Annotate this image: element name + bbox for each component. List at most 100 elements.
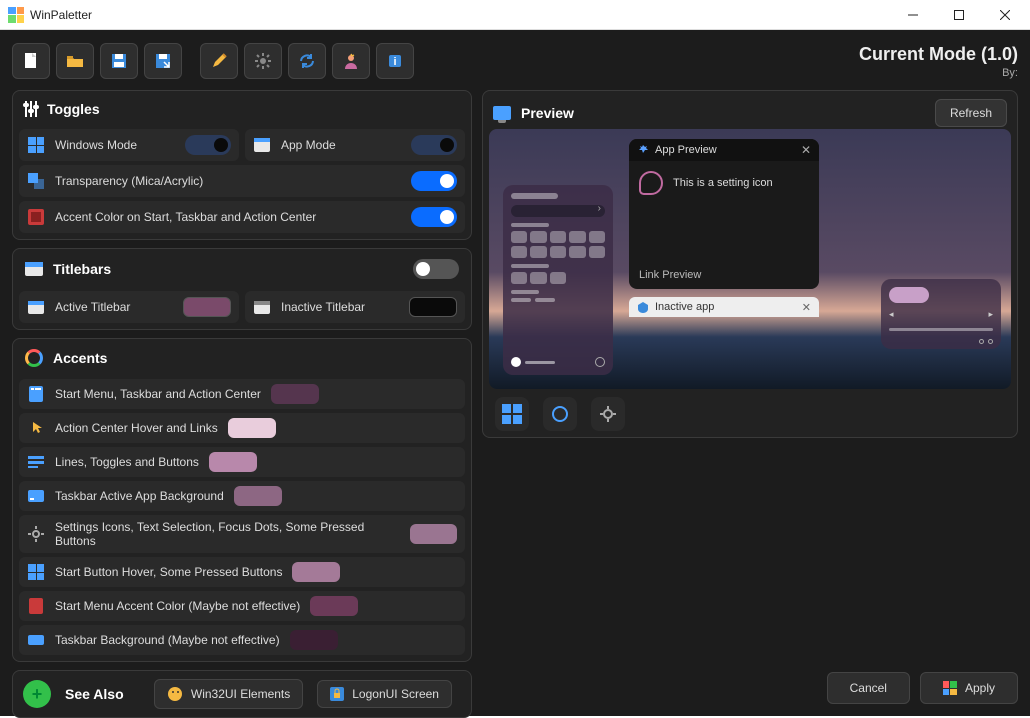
- preview-taskbar-icons: [489, 389, 1011, 431]
- transparency-icon: [27, 172, 45, 190]
- user-button[interactable]: [332, 43, 370, 79]
- plus-icon: +: [23, 680, 51, 708]
- window-title: WinPaletter: [30, 8, 92, 22]
- minimize-button[interactable]: [890, 0, 936, 30]
- accent-start-row: Accent Color on Start, Taskbar and Actio…: [19, 201, 465, 233]
- preview-flyout: ◂▸: [881, 279, 1001, 349]
- app-mode-toggle[interactable]: [411, 135, 457, 155]
- sync-button[interactable]: [288, 43, 326, 79]
- link-preview[interactable]: Link Preview: [639, 269, 701, 281]
- windows-mode-label: Windows Mode: [55, 138, 175, 152]
- accent-swatch-3[interactable]: [234, 486, 282, 506]
- titlebar-icon: [25, 260, 43, 278]
- preview-header: Preview: [521, 105, 925, 121]
- maximize-button[interactable]: [936, 0, 982, 30]
- transparency-toggle[interactable]: [411, 171, 457, 191]
- sliders-icon: [25, 101, 37, 117]
- accent-row-6: Start Menu Accent Color (Maybe not effec…: [19, 591, 465, 621]
- accent-swatch-4[interactable]: [410, 524, 457, 544]
- close-icon[interactable]: ✕: [802, 301, 811, 314]
- titlebars-panel: Titlebars Active Titlebar Inactive Title…: [12, 248, 472, 330]
- accent-swatch-1[interactable]: [228, 418, 276, 438]
- inactive-titlebar-row: Inactive Titlebar: [245, 291, 465, 323]
- start-button[interactable]: [495, 397, 529, 431]
- mode-by: By:: [859, 67, 1018, 79]
- accent-start-toggle[interactable]: [411, 207, 457, 227]
- accents-header: Accents: [53, 350, 107, 366]
- inactive-window-icon: [253, 298, 271, 316]
- accents-panel: Accents Start Menu, Taskbar and Action C…: [12, 338, 472, 662]
- see-also-panel: + See Also Win32UI Elements LogonUI Scre…: [12, 670, 472, 718]
- edit-button[interactable]: [200, 43, 238, 79]
- palette-icon: [639, 171, 663, 195]
- accent-row-4: Settings Icons, Text Selection, Focus Do…: [19, 515, 465, 553]
- accent-row-1: Action Center Hover and Links: [19, 413, 465, 443]
- inactive-app-title: Inactive app: [655, 301, 714, 313]
- taskbar-icon: [27, 487, 45, 505]
- refresh-button[interactable]: Refresh: [935, 99, 1007, 127]
- accent-row-0: Start Menu, Taskbar and Action Center: [19, 379, 465, 409]
- close-icon[interactable]: ✕: [801, 143, 811, 157]
- titlebars-toggle[interactable]: [413, 259, 459, 279]
- accent-swatch-2[interactable]: [209, 452, 257, 472]
- new-file-button[interactable]: [12, 43, 50, 79]
- taskbar-app-2[interactable]: [591, 397, 625, 431]
- see-also-header: See Also: [65, 686, 124, 702]
- gear-icon: [27, 525, 45, 543]
- windows-mode-toggle[interactable]: [185, 135, 231, 155]
- taskbar-app-1[interactable]: [543, 397, 577, 431]
- accents-icon: [25, 349, 43, 367]
- inactive-titlebar-label: Inactive Titlebar: [281, 300, 399, 314]
- transparency-row: Transparency (Mica/Acrylic): [19, 165, 465, 197]
- app-preview-text: This is a setting icon: [673, 177, 773, 189]
- preview-inactive-window: Inactive app ✕: [629, 297, 819, 317]
- mode-label: Current Mode (1.0) By:: [859, 44, 1018, 79]
- accent-start-icon: [27, 208, 45, 226]
- windows-icon: [27, 136, 45, 154]
- start-menu-icon: [27, 385, 45, 403]
- active-window-icon: [27, 298, 45, 316]
- accent-row-2: Lines, Toggles and Buttons: [19, 447, 465, 477]
- save-button[interactable]: [100, 43, 138, 79]
- lines-icon: [27, 453, 45, 471]
- inactive-titlebar-swatch[interactable]: [409, 297, 457, 317]
- accent-row-5: Start Button Hover, Some Pressed Buttons: [19, 557, 465, 587]
- windows-mode-row: Windows Mode: [19, 129, 239, 161]
- info-button[interactable]: i: [376, 43, 414, 79]
- accent-swatch-5[interactable]: [292, 562, 340, 582]
- accent-swatch-6[interactable]: [310, 596, 358, 616]
- accent-row-7: Taskbar Background (Maybe not effective): [19, 625, 465, 655]
- settings-button[interactable]: [244, 43, 282, 79]
- cancel-button[interactable]: Cancel: [827, 672, 910, 704]
- win32ui-button[interactable]: Win32UI Elements: [154, 679, 303, 709]
- app-mode-label: App Mode: [281, 138, 401, 152]
- preview-start-menu: [503, 185, 613, 375]
- accent-start-label: Accent Color on Start, Taskbar and Actio…: [55, 210, 401, 224]
- app-body: i Current Mode (1.0) By: Toggles Windows…: [0, 30, 1030, 716]
- accent-row-3: Taskbar Active App Background: [19, 481, 465, 511]
- preview-app-window: App Preview ✕ This is a setting icon Link…: [629, 139, 819, 289]
- toggles-panel: Toggles Windows Mode App Mode Tr: [12, 90, 472, 240]
- active-titlebar-swatch[interactable]: [183, 297, 231, 317]
- save-as-button[interactable]: [144, 43, 182, 79]
- start-red-icon: [27, 597, 45, 615]
- os-titlebar: WinPaletter: [0, 0, 1030, 30]
- open-folder-button[interactable]: [56, 43, 94, 79]
- transparency-label: Transparency (Mica/Acrylic): [55, 174, 401, 188]
- accent-swatch-7[interactable]: [290, 630, 338, 650]
- toolbar: i Current Mode (1.0) By:: [12, 40, 1018, 82]
- start-grid-icon: [27, 563, 45, 581]
- preview-panel: Preview Refresh: [482, 90, 1018, 438]
- toggles-header: Toggles: [47, 101, 100, 117]
- app-preview-title: App Preview: [655, 144, 717, 156]
- pointer-icon: [27, 419, 45, 437]
- svg-text:i: i: [393, 56, 396, 68]
- close-button[interactable]: [982, 0, 1028, 30]
- active-titlebar-label: Active Titlebar: [55, 300, 173, 314]
- mode-title: Current Mode (1.0): [859, 44, 1018, 65]
- logonui-button[interactable]: LogonUI Screen: [317, 680, 452, 708]
- apply-button[interactable]: Apply: [920, 672, 1018, 704]
- accent-swatch-0[interactable]: [271, 384, 319, 404]
- app-icon: [8, 7, 24, 23]
- active-titlebar-row: Active Titlebar: [19, 291, 239, 323]
